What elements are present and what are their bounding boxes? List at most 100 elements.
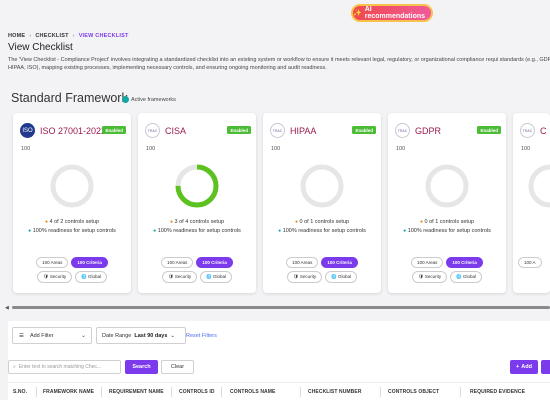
- readiness-text: 100% readiness for setup controls: [407, 228, 491, 234]
- controls-setup: ● 0 of 1 controls setup: [388, 219, 506, 225]
- flame-icon: ●: [294, 219, 298, 225]
- check-dot-icon: ●: [403, 228, 407, 234]
- framework-score: 100: [396, 146, 406, 152]
- column-header[interactable]: S.NO.: [13, 389, 27, 395]
- progress-ring: [528, 164, 550, 208]
- page-title: View Checklist: [8, 42, 73, 53]
- column-divider: [171, 387, 172, 397]
- chevron-down-icon: ⌄: [80, 333, 86, 339]
- page-description: The 'View Checklist - Compliance Project…: [8, 57, 550, 71]
- status-badge: Enabled: [477, 126, 501, 134]
- more-actions-button[interactable]: [541, 360, 550, 374]
- ai-recommendations-button[interactable]: ✨ AI recommendations: [351, 4, 433, 22]
- controls-setup-text: 4 of 2 controls setup: [49, 219, 100, 225]
- framework-logo: TRAC: [395, 123, 410, 138]
- breadcrumb-home[interactable]: HOME: [8, 33, 25, 39]
- criteria-chip[interactable]: 100 Criteria: [196, 257, 233, 268]
- cards-scrollbar[interactable]: [12, 306, 550, 309]
- add-filter-dropdown[interactable]: ☰ Add Filter ⌄: [12, 327, 92, 344]
- plus-icon: +: [516, 364, 520, 370]
- cards-scrollbar-thumb[interactable]: [12, 306, 550, 309]
- progress-ring: [425, 164, 469, 208]
- active-frameworks-label: Active frameworks: [131, 96, 176, 103]
- criteria-chip[interactable]: 100 Criteria: [446, 257, 483, 268]
- areas-chip[interactable]: 100 Areas: [411, 257, 444, 268]
- controls-setup-text: 0 of 1 controls setup: [299, 219, 350, 225]
- filter-icon: ☰: [19, 332, 24, 339]
- column-header[interactable]: REQUIRED EVIDENCE: [470, 389, 525, 395]
- framework-logo: TRAC: [145, 123, 160, 138]
- framework-logo: TRAC: [520, 123, 535, 138]
- security-chip: 🛡 Security: [286, 271, 323, 283]
- global-chip: 🌐 Global: [450, 271, 483, 283]
- global-chip: 🌐 Global: [200, 271, 233, 283]
- global-chip: 🌐 Global: [75, 271, 108, 283]
- filter-panel: ☰ Add Filter ⌄ Date Range Last 90 days ⌄…: [8, 321, 550, 400]
- column-header[interactable]: FRAMEWORK NAME: [43, 389, 94, 395]
- search-input[interactable]: ⌕ Enter text to search matching Chec...: [8, 360, 121, 374]
- controls-setup-text: 0 of 1 controls setup: [424, 219, 475, 225]
- framework-card[interactable]: ISO ISO 27001-2022 Enabled 100 ● 4 of 2 …: [13, 113, 131, 293]
- check-dot-icon: ●: [153, 228, 157, 234]
- areas-chip[interactable]: 100 A: [518, 257, 542, 268]
- ai-recommendations-label: AI recommendations: [364, 6, 426, 20]
- add-button[interactable]: + Add: [510, 360, 538, 374]
- breadcrumb: HOME › CHECKLIST › VIEW CHECKLIST: [8, 33, 129, 39]
- flame-icon: ●: [44, 219, 48, 225]
- active-dot-icon: [122, 96, 129, 103]
- areas-chip[interactable]: 100 Areas: [286, 257, 319, 268]
- date-range-value: Last 90 days: [134, 332, 168, 339]
- progress-ring: [175, 164, 219, 208]
- column-header[interactable]: CONTROLS OBJECT: [388, 389, 439, 395]
- column-divider: [36, 387, 37, 397]
- framework-logo: TRAC: [270, 123, 285, 138]
- readiness-text: 100% readiness for setup controls: [157, 228, 241, 234]
- column-header[interactable]: CONTROLS NAME: [230, 389, 275, 395]
- date-range-select[interactable]: Date Range Last 90 days ⌄: [96, 327, 186, 344]
- chevron-right-icon: ›: [29, 33, 32, 39]
- progress-ring: [300, 164, 344, 208]
- readiness: ● 100% readiness for setup controls: [13, 227, 131, 235]
- areas-chip[interactable]: 100 Areas: [36, 257, 69, 268]
- standard-framework-title: Standard Framework: [11, 91, 128, 105]
- sparkle-icon: ✨: [353, 10, 362, 17]
- add-filter-label: Add Filter: [29, 332, 54, 339]
- framework-name: C: [540, 126, 547, 136]
- readiness: ● 100% readiness for setup controls: [388, 227, 506, 235]
- table-header: S.NO. FRAMEWORK NAME REQUIREMENT NAME CO…: [8, 382, 550, 400]
- status-badge: Enabled: [227, 126, 251, 134]
- framework-card[interactable]: TRAC HIPAA Enabled 100 ● 0 of 1 controls…: [263, 113, 381, 293]
- framework-name: HIPAA: [290, 126, 317, 136]
- areas-chip[interactable]: 100 Areas: [161, 257, 194, 268]
- framework-card[interactable]: TRAC GDPR Enabled 100 ● 0 of 1 controls …: [388, 113, 506, 293]
- controls-setup-text: 3 of 4 controls setup: [174, 219, 225, 225]
- column-header[interactable]: CONTROLS ID: [179, 389, 215, 395]
- framework-logo: ISO: [20, 123, 35, 138]
- column-header[interactable]: CHECKLIST NUMBER: [308, 389, 362, 395]
- security-chip: 🛡 Security: [36, 271, 73, 283]
- criteria-chip[interactable]: 100 Criteria: [321, 257, 358, 268]
- readiness: ● 100% readiness for setup controls: [263, 227, 381, 235]
- column-header[interactable]: REQUIREMENT NAME: [109, 389, 164, 395]
- check-dot-icon: ●: [28, 228, 32, 234]
- search-button[interactable]: Search: [125, 360, 158, 374]
- breadcrumb-checklist[interactable]: CHECKLIST: [35, 33, 68, 39]
- progress-ring: [50, 164, 94, 208]
- criteria-chip[interactable]: 100 Criteria: [71, 257, 108, 268]
- framework-name: ISO 27001-2022: [40, 126, 107, 136]
- column-divider: [380, 387, 381, 397]
- framework-card-partial[interactable]: TRAC C 100 100 A: [513, 113, 550, 293]
- top-bar: ✨ AI recommendations: [0, 0, 550, 28]
- reset-filters-link[interactable]: Reset Filters: [186, 333, 217, 339]
- framework-cards: ISO ISO 27001-2022 Enabled 100 ● 4 of 2 …: [0, 110, 550, 300]
- status-badge: Enabled: [352, 126, 376, 134]
- search-placeholder: Enter text to search matching Chec...: [18, 364, 102, 370]
- security-chip: 🛡 Security: [411, 271, 448, 283]
- date-range-label: Date Range: [102, 332, 132, 339]
- framework-name: CISA: [165, 126, 187, 136]
- global-chip: 🌐 Global: [325, 271, 358, 283]
- scroll-left-icon[interactable]: ◀: [5, 305, 9, 311]
- clear-button[interactable]: Clear: [161, 360, 194, 374]
- controls-setup: ● 4 of 2 controls setup: [13, 219, 131, 225]
- framework-card[interactable]: TRAC CISA Enabled 100 ● 3 of 4 controls …: [138, 113, 256, 293]
